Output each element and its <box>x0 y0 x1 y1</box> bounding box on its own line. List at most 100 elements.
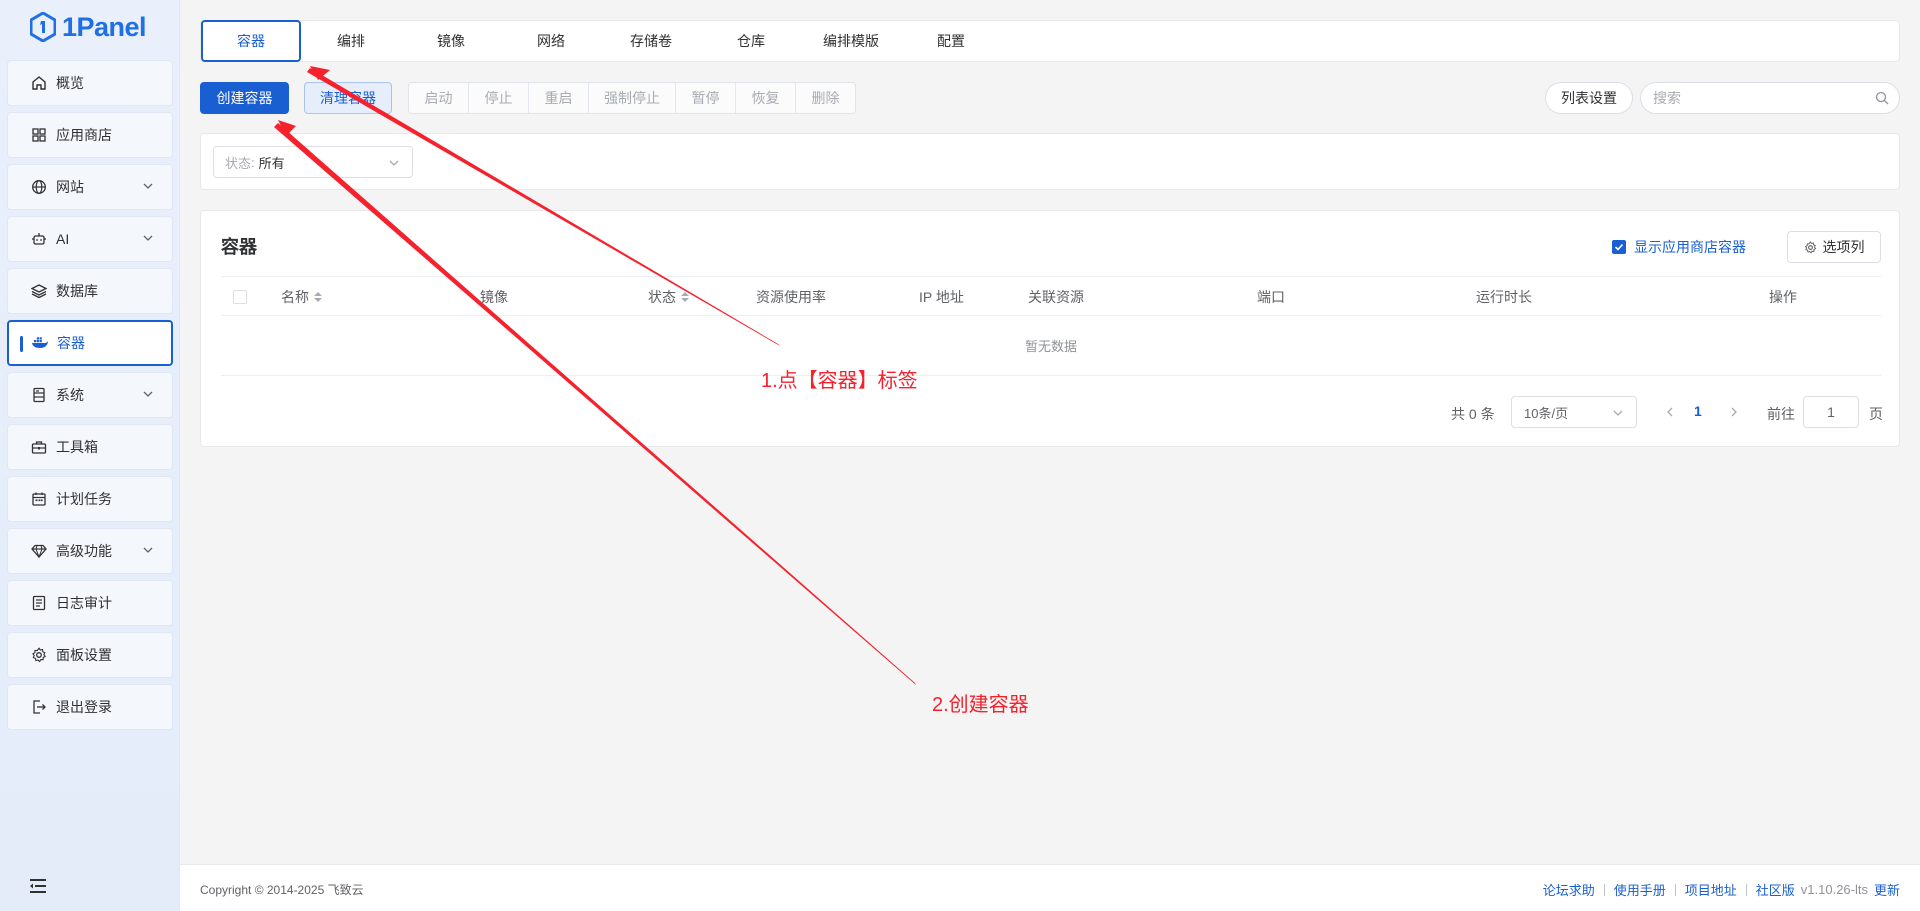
tab-config[interactable]: 配置 <box>901 20 1001 62</box>
pause-button[interactable]: 暂停 <box>676 83 736 113</box>
footer-link-edition[interactable]: 社区版 <box>1756 880 1795 899</box>
page-suffix-label: 页 <box>1869 406 1883 422</box>
status-filter-select[interactable]: 状态 : 所有 <box>213 146 413 178</box>
copyright-text: Copyright © 2014-2025 飞致云 <box>200 883 364 897</box>
column-options-button[interactable]: 选项列 <box>1787 231 1881 263</box>
sidebar-item-ai[interactable]: AI <box>7 216 173 262</box>
page-size-select[interactable]: 10条/页 <box>1511 396 1637 428</box>
batch-action-group: 启动 停止 重启 强制停止 暂停 恢复 删除 <box>408 82 856 114</box>
show-app-store-label: 显示应用商店容器 <box>1634 239 1746 255</box>
tab-compose-template[interactable]: 编排模版 <box>801 20 901 62</box>
tab-repo[interactable]: 仓库 <box>701 20 801 62</box>
sort-icon[interactable] <box>681 292 689 302</box>
tab-container[interactable]: 容器 <box>201 19 301 62</box>
footer-link-docs[interactable]: 使用手册 <box>1614 880 1666 899</box>
select-all-cell <box>233 277 247 317</box>
column-header-status[interactable]: 状态 <box>648 277 689 317</box>
sidebar-item-advanced[interactable]: 高级功能 <box>7 528 173 574</box>
sidebar-item-label: 面板设置 <box>56 647 112 663</box>
sidebar-item-overview[interactable]: 概览 <box>7 60 173 106</box>
restart-button[interactable]: 重启 <box>529 83 589 113</box>
diamond-icon <box>30 542 48 560</box>
layers-icon <box>30 282 48 300</box>
chevron-down-icon <box>1613 410 1623 416</box>
chevron-left-icon[interactable] <box>1663 405 1677 419</box>
tab-network[interactable]: 网络 <box>501 20 601 62</box>
1panel-logo-icon <box>30 12 56 42</box>
column-header-name[interactable]: 名称 <box>281 277 322 317</box>
sidebar-item-database[interactable]: 数据库 <box>7 268 173 314</box>
sidebar-item-label: 计划任务 <box>56 491 112 507</box>
pagination: 共 0 条 10条/页 1 前往 1 页 <box>201 396 1883 428</box>
filter-card: 状态 : 所有 <box>200 133 1900 190</box>
tab-compose[interactable]: 编排 <box>301 20 401 62</box>
search-input[interactable] <box>1653 83 1853 113</box>
sidebar: 1Panel 概览 应用商店 网站 AI 数据库 容器 系统 工具箱 计划任务 … <box>0 0 180 911</box>
sidebar-item-system[interactable]: 系统 <box>7 372 173 418</box>
container-table-card: 容器 显示应用商店容器 选项列 名称 镜像 状态 资源使用率 IP 地址 关联资… <box>200 210 1900 447</box>
sidebar-item-label: 网站 <box>56 179 84 195</box>
sort-icon[interactable] <box>314 292 322 302</box>
sidebar-item-website[interactable]: 网站 <box>7 164 173 210</box>
grid-icon <box>30 126 48 144</box>
sidebar-item-toolbox[interactable]: 工具箱 <box>7 424 173 470</box>
column-header-uptime: 运行时长 <box>1476 289 1532 305</box>
sidebar-item-cronjob[interactable]: 计划任务 <box>7 476 173 522</box>
sidebar-item-label: 日志审计 <box>56 595 112 611</box>
chevron-right-icon[interactable] <box>1727 405 1741 419</box>
column-header-image: 镜像 <box>480 289 508 305</box>
clean-container-button[interactable]: 清理容器 <box>304 82 392 114</box>
status-filter-prefix: 状态 <box>225 155 252 171</box>
page-size-value: 10条/页 <box>1524 405 1569 421</box>
column-header-ip: IP 地址 <box>919 289 964 305</box>
column-header-resource-usage: 资源使用率 <box>756 289 826 305</box>
toolbar: 创建容器 清理容器 启动 停止 重启 强制停止 暂停 恢复 删除 列表设置 <box>200 82 1900 114</box>
search-icon[interactable] <box>1875 91 1889 105</box>
docker-icon <box>31 334 49 352</box>
tab-volume[interactable]: 存储卷 <box>601 20 701 62</box>
sidebar-item-logs[interactable]: 日志审计 <box>7 580 173 626</box>
robot-icon <box>30 230 48 248</box>
menu-collapse-icon[interactable] <box>28 878 48 894</box>
sidebar-item-settings[interactable]: 面板设置 <box>7 632 173 678</box>
footer-link-project[interactable]: 项目地址 <box>1685 880 1737 899</box>
column-header-actions: 操作 <box>1769 289 1797 305</box>
checkbox-checked[interactable] <box>1612 240 1626 254</box>
stop-button[interactable]: 停止 <box>469 83 529 113</box>
column-options-label: 选项列 <box>1822 239 1865 255</box>
delete-button[interactable]: 删除 <box>796 83 855 113</box>
update-link[interactable]: 更新 <box>1874 880 1900 899</box>
sidebar-item-app-store[interactable]: 应用商店 <box>7 112 173 158</box>
list-settings-button[interactable]: 列表设置 <box>1545 82 1633 114</box>
sidebar-item-container[interactable]: 容器 <box>7 320 173 366</box>
active-indicator <box>20 336 23 352</box>
footer-link-forum[interactable]: 论坛求助 <box>1543 880 1595 899</box>
container-tabs: 容器 编排 镜像 网络 存储卷 仓库 编排模版 配置 <box>200 19 1900 62</box>
logout-icon <box>30 698 48 716</box>
gear-icon <box>1804 240 1816 254</box>
divider <box>1603 883 1605 896</box>
chevron-down-icon <box>143 183 153 189</box>
log-icon <box>30 594 48 612</box>
tab-image[interactable]: 镜像 <box>401 20 501 62</box>
select-all-checkbox[interactable] <box>233 290 247 304</box>
page-number-current[interactable]: 1 <box>1694 403 1702 419</box>
chevron-down-icon <box>143 547 153 553</box>
force-stop-button[interactable]: 强制停止 <box>589 83 676 113</box>
show-app-store-containers-checkbox[interactable]: 显示应用商店容器 <box>1612 237 1746 257</box>
column-header-related-resources: 关联资源 <box>1028 289 1084 305</box>
toolbox-icon <box>30 438 48 456</box>
start-button[interactable]: 启动 <box>409 83 469 113</box>
create-container-button[interactable]: 创建容器 <box>200 82 289 114</box>
resume-button[interactable]: 恢复 <box>736 83 796 113</box>
pagination-total: 共 0 条 <box>1451 406 1495 422</box>
chevron-down-icon <box>143 391 153 397</box>
sidebar-item-label: 数据库 <box>56 283 98 299</box>
chevron-down-icon <box>389 160 399 166</box>
sidebar-item-label: 退出登录 <box>56 699 112 715</box>
app-logo[interactable]: 1Panel <box>30 12 147 42</box>
goto-page-input[interactable]: 1 <box>1803 396 1859 428</box>
sidebar-item-label: 容器 <box>57 335 85 351</box>
footer-links: 论坛求助 使用手册 项目地址 社区版 v1.10.26-lts 更新 <box>1543 880 1900 899</box>
sidebar-item-logout[interactable]: 退出登录 <box>7 684 173 730</box>
